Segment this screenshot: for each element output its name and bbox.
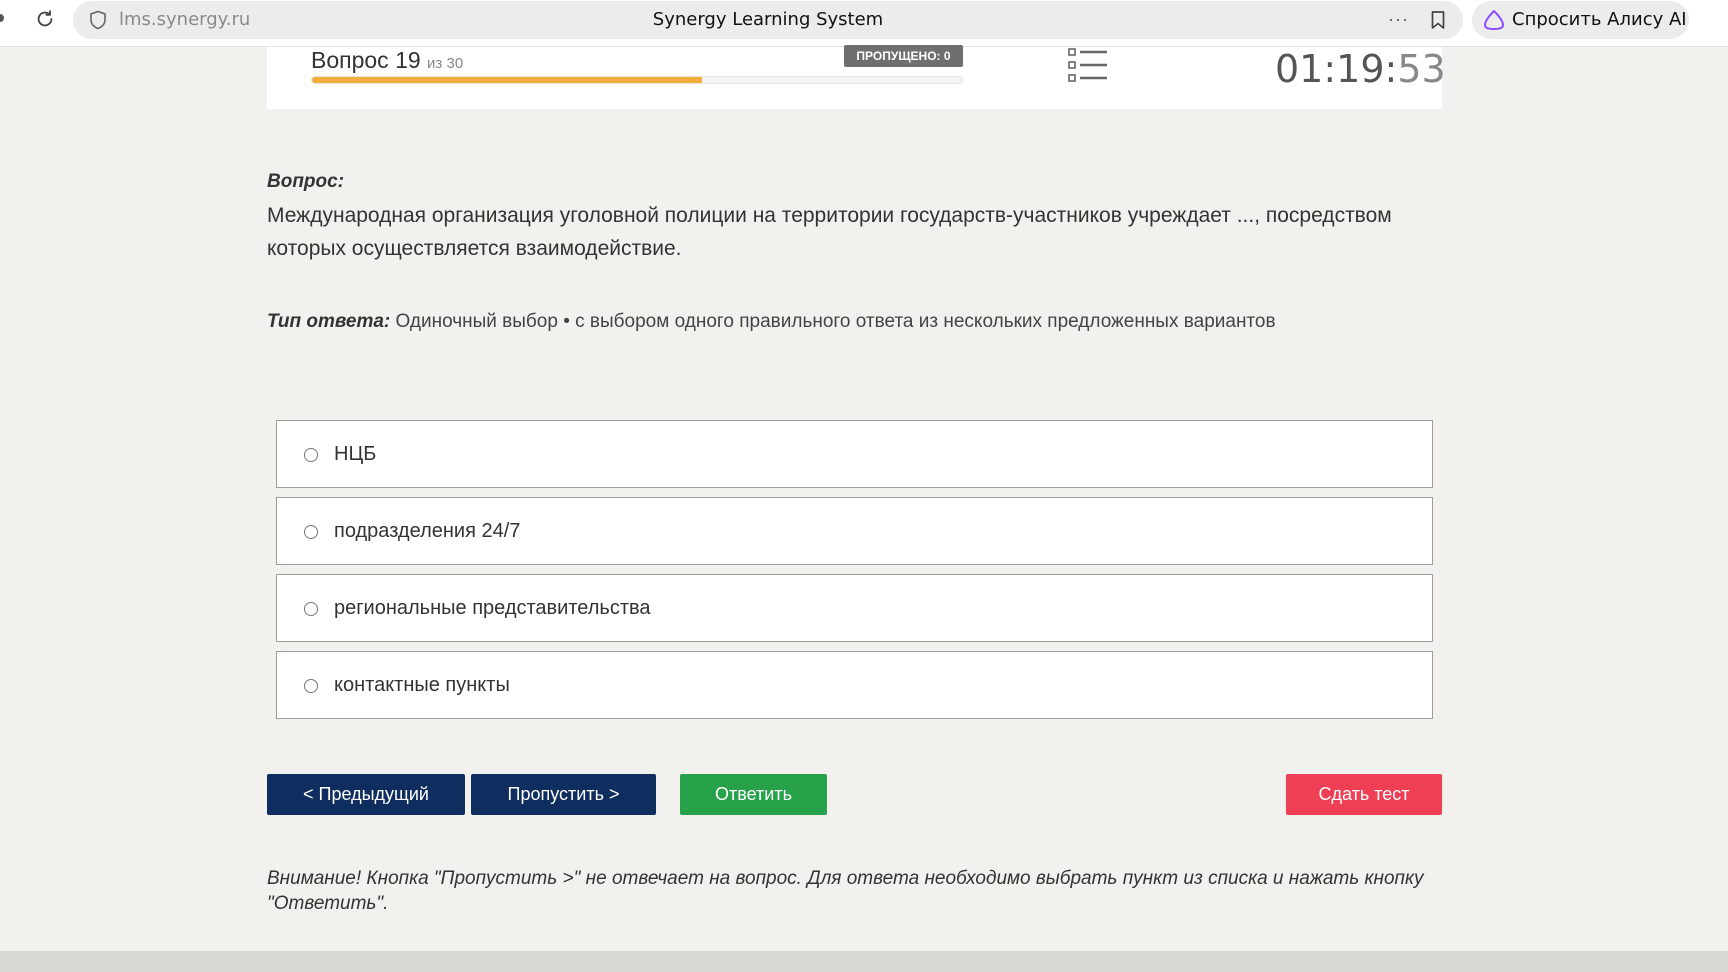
question-label: Вопрос — [311, 47, 389, 73]
question-text: Международная организация уголовной поли… — [267, 204, 1392, 260]
radio-button[interactable] — [304, 525, 318, 539]
back-icon[interactable] — [0, 14, 4, 22]
question-total: из 30 — [427, 55, 464, 72]
bookmark-icon[interactable] — [1429, 10, 1447, 30]
browser-toolbar: lms.synergy.ru Synergy Learning System ·… — [0, 0, 1728, 47]
progress-bar — [311, 76, 963, 84]
page-title: Synergy Learning System — [652, 9, 884, 30]
answer-option[interactable]: региональные представительства — [276, 574, 1433, 642]
skip-button[interactable]: Пропустить > — [471, 774, 656, 815]
answer-button[interactable]: Ответить — [680, 774, 827, 815]
question-counter: Вопрос 19 из 30 — [311, 47, 463, 74]
address-bar[interactable]: lms.synergy.ru Synergy Learning System ·… — [73, 1, 1463, 39]
question-number: 19 — [395, 47, 421, 73]
radio-button[interactable] — [304, 448, 318, 462]
alice-button[interactable]: Спросить Алису AI — [1472, 1, 1689, 39]
radio-button[interactable] — [304, 602, 318, 616]
submit-test-button[interactable]: Сдать тест — [1286, 774, 1442, 815]
answer-type-value: Одиночный выбор • с выбором одного прави… — [390, 311, 1276, 332]
question-heading: Вопрос: — [267, 171, 345, 192]
option-label: подразделения 24/7 — [334, 520, 521, 542]
answer-type-label: Тип ответа: — [267, 311, 391, 332]
footer-bar — [0, 951, 1728, 972]
answer-option[interactable]: контактные пункты — [276, 651, 1433, 719]
option-label: региональные представительства — [334, 597, 651, 619]
radio-button[interactable] — [304, 679, 318, 693]
option-label: контактные пункты — [334, 674, 510, 696]
answer-type: Тип ответа: Одиночный выбор • с выбором … — [267, 311, 1276, 333]
alice-icon — [1484, 10, 1504, 30]
progress-fill — [312, 77, 702, 83]
skipped-badge: ПРОПУЩЕНО: 0 — [844, 45, 963, 67]
timer-seconds: 53 — [1397, 47, 1446, 91]
question-list-icon[interactable] — [1068, 47, 1108, 83]
timer: 01:19:53 — [1275, 47, 1446, 91]
timer-main: 01:19: — [1275, 47, 1398, 91]
more-icon[interactable]: ··· — [1388, 9, 1409, 30]
previous-button[interactable]: < Предыдущий — [267, 774, 465, 815]
notice-text: Внимание! Кнопка "Пропустить >" не отвеч… — [267, 868, 1424, 914]
answer-option[interactable]: НЦБ — [276, 420, 1433, 488]
alice-label: Спросить Алису AI — [1512, 9, 1687, 30]
answer-option[interactable]: подразделения 24/7 — [276, 497, 1433, 565]
test-header: Вопрос 19 из 30 ПРОПУЩЕНО: 0 01:19:53 — [267, 45, 1446, 109]
reload-icon[interactable] — [34, 8, 56, 30]
option-label: НЦБ — [334, 443, 377, 465]
